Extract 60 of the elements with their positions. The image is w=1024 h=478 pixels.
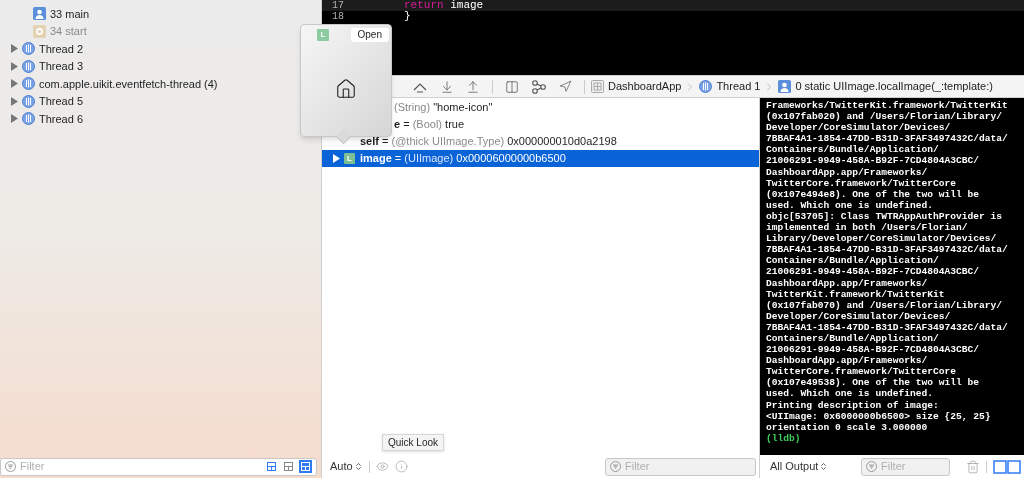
filter-field[interactable]: Filter bbox=[605, 457, 756, 476]
thread-item[interactable]: Thread 6 bbox=[0, 110, 321, 128]
thread-item[interactable]: Thread 5 bbox=[0, 92, 321, 110]
updown-chevron-icon bbox=[353, 462, 363, 471]
filter-toggle-icon[interactable] bbox=[265, 460, 278, 473]
trash-icon[interactable] bbox=[966, 459, 980, 474]
auto-menu[interactable]: Auto bbox=[330, 458, 363, 475]
variable-text: image = (UIImage) 0x00006000000b6500 bbox=[360, 151, 566, 167]
frame-item[interactable]: 33 main bbox=[0, 5, 321, 23]
step-out-icon[interactable] bbox=[466, 79, 480, 94]
thread-icon bbox=[22, 77, 35, 91]
variable-text: self = (@thick UIImage.Type) 0x000000010d0a2198 bbox=[360, 134, 617, 150]
filter-icon bbox=[610, 461, 621, 472]
memory-graph-icon[interactable] bbox=[531, 79, 547, 94]
app-icon bbox=[591, 80, 604, 93]
breadcrumb-item[interactable]: DashboardApp bbox=[591, 78, 682, 95]
disclosure-triangle-icon[interactable] bbox=[10, 79, 18, 89]
output-menu[interactable]: All Output bbox=[770, 458, 829, 475]
thread-icon bbox=[22, 112, 35, 126]
breadcrumb-item[interactable]: Thread 1 bbox=[699, 78, 761, 95]
filter-input[interactable]: Filter bbox=[625, 458, 751, 475]
open-button[interactable]: Open bbox=[350, 28, 389, 42]
filter-field[interactable]: Filter bbox=[861, 457, 950, 476]
updown-chevron-icon bbox=[819, 462, 829, 471]
panel-toggle-icon[interactable] bbox=[993, 459, 1021, 474]
home-icon bbox=[335, 78, 357, 100]
code-line: 18 } bbox=[331, 11, 412, 22]
filter-icon bbox=[866, 461, 877, 472]
thread-icon bbox=[22, 94, 35, 108]
disclosure-triangle-icon[interactable] bbox=[10, 61, 18, 71]
filter-field[interactable]: Filter bbox=[0, 457, 317, 476]
view-hierarchy-icon[interactable] bbox=[505, 79, 519, 94]
thread-icon bbox=[22, 42, 35, 56]
filter-input[interactable]: Filter bbox=[881, 458, 945, 475]
variable-row[interactable]: L image = (UIImage) 0x00006000000b6500 bbox=[322, 150, 759, 167]
gear-icon bbox=[33, 24, 46, 38]
filter-input[interactable]: Filter bbox=[20, 458, 261, 475]
filter-toggle-icon[interactable] bbox=[282, 460, 295, 473]
thread-item[interactable]: com.apple.uikit.eventfetch-thread (4) bbox=[0, 75, 321, 93]
breadcrumb-item[interactable]: 0 static UIImage.localImage(_:template:) bbox=[778, 78, 993, 95]
filter-toggle-icon[interactable] bbox=[299, 460, 312, 473]
disclosure-triangle-icon[interactable] bbox=[10, 114, 18, 124]
local-badge: L bbox=[344, 153, 355, 164]
person-icon bbox=[778, 80, 792, 93]
thread-item[interactable]: Thread 3 bbox=[0, 57, 321, 75]
filter-icon bbox=[5, 461, 16, 472]
person-icon bbox=[33, 7, 46, 21]
disclosure-triangle-icon[interactable] bbox=[332, 154, 340, 163]
thread-icon bbox=[22, 59, 35, 73]
disclosure-triangle-icon[interactable] bbox=[10, 44, 18, 54]
tooltip: Quick Look bbox=[382, 434, 445, 451]
disclosure-triangle-icon[interactable] bbox=[10, 96, 18, 106]
variable-text: e = (Bool) true bbox=[393, 117, 465, 133]
thread-icon bbox=[699, 80, 713, 93]
variable-text: (String) "home-icon" bbox=[393, 100, 493, 116]
thread-item[interactable]: Thread 2 bbox=[0, 40, 321, 58]
console-output: Frameworks/TwitterKit.framework/TwitterKit (0x107fab020) and /Users/Florian/Library/ Developer/CoreSimulator/Devices/ 7BBAF4A1-1854-47DD-B31D-3FAF3497432C/data/ Containers/Bundle/Application/ 21006291-9949-458A-B92F-7CD4804A3CBC/ DashboardApp.app/Frameworks/ TwitterCore.framework/TwitterCore (0x107e494e8). One of the two will be used. Which one is undefined. objc[53705]: Class TWTRAppAuthProvider is implemented in both /Users/Florian/ Library/Developer/CoreSimulator/Devices/ 7BBAF4A1-1854-47DD-B31D-3FAF3497432C/data/ Containers/Bundle/Application/ 21006291-9949-458A-B92F-7CD4804A3CBC/ DashboardApp.app/Frameworks/ TwitterKit.framework/TwitterKit (0x107fab070) and /Users/Florian/Library/ Developer/CoreSimulator/Devices/ 7BBAF4A1-1854-47DD-B31D-3FAF3497432C/data/ Containers/Bundle/Application/ 21006291-9949-458A-B92F-7CD4804A3CBC/ DashboardApp.app/Frameworks/ TwitterCore.framework/TwitterCore (0x107e49538). One of the two will be used. Which one is undefined. Printing description of image: <UIImage: 0x6000000b6500> size {25, 25} orientation 0 scale 3.000000 (lldb) bbox=[760, 98, 1024, 455]
local-badge: L bbox=[317, 29, 329, 41]
step-into-icon[interactable] bbox=[440, 79, 454, 94]
location-icon[interactable] bbox=[559, 80, 572, 93]
